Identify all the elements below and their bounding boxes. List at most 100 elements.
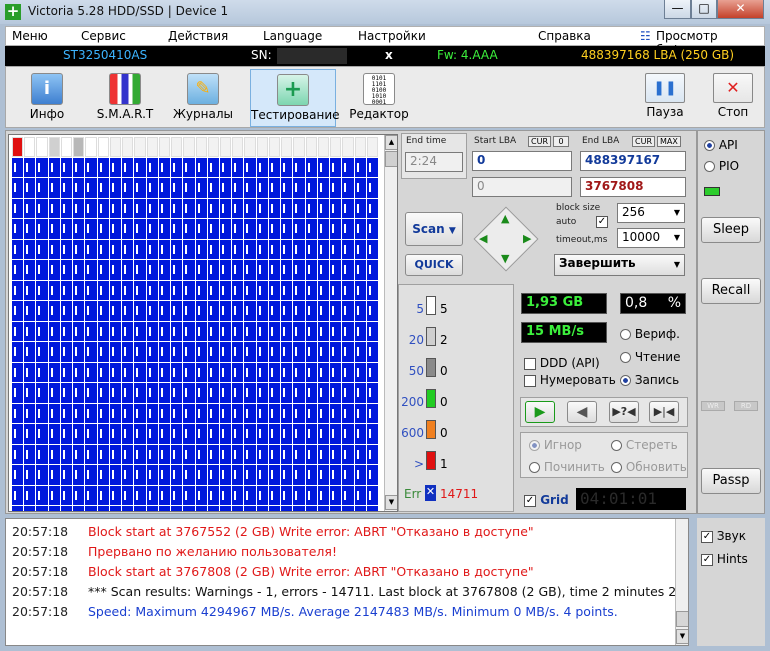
sleep-button[interactable]: Sleep (701, 217, 761, 243)
verify-option[interactable]: Вериф. (620, 327, 680, 341)
scan-button[interactable]: Scan ▼ (405, 212, 463, 246)
end-action-select[interactable]: Завершить ▼ (554, 254, 685, 276)
menu-item-settings[interactable]: Настройки (358, 29, 426, 43)
repair-radio[interactable] (529, 462, 540, 473)
passp-button[interactable]: Passp (701, 468, 761, 494)
read-radio[interactable] (620, 352, 631, 363)
api-radio[interactable] (704, 140, 715, 151)
ddd-option[interactable]: DDD (API) (524, 356, 600, 370)
stop-button[interactable]: ✕ Стоп (692, 69, 770, 127)
grid-checkbox[interactable]: ✓ (524, 494, 536, 507)
legend-ms: 200 (401, 395, 424, 409)
sound-checkbox[interactable]: ✓ (701, 530, 713, 543)
end-lba-input[interactable]: 488397167 (580, 151, 686, 171)
numerate-checkbox[interactable] (524, 374, 536, 387)
block-size-select[interactable]: 256 ▼ (617, 203, 685, 223)
read-option[interactable]: Чтение (620, 350, 680, 364)
scroll-up-icon[interactable]: ▲ (385, 135, 397, 150)
menu-item-service[interactable]: Сервис (81, 29, 126, 43)
scroll-thumb[interactable] (385, 151, 397, 167)
erase-radio[interactable] (611, 440, 622, 451)
log-entry: 20:57:18 Прервано по желанию пользователя… (12, 544, 337, 564)
start-zero-button[interactable]: 0 (553, 136, 569, 147)
end-time-input[interactable]: 2:24 (405, 152, 463, 172)
repair-option[interactable]: Починить (529, 460, 605, 474)
block-cell (60, 280, 73, 300)
end-cur-button[interactable]: CUR (632, 136, 655, 147)
block-cell (122, 321, 134, 341)
block-cell (122, 219, 134, 239)
close-button[interactable]: ✕ (717, 0, 764, 19)
smart-button[interactable]: S.M.A.R.T (84, 69, 166, 127)
block-cell (354, 198, 366, 218)
ignore-option[interactable]: Игнор (529, 438, 582, 452)
editor-button[interactable]: 0101 1101 0100 1010 0001 Редактор (338, 69, 420, 127)
hints-option[interactable]: ✓ Hints (701, 552, 748, 566)
log-scroll-thumb[interactable] (676, 611, 688, 627)
maximize-button[interactable]: □ (691, 0, 717, 19)
arrow-up-icon[interactable]: ▲ (501, 212, 509, 225)
write-radio[interactable] (620, 375, 631, 386)
arrow-right-icon[interactable]: ▶ (523, 232, 531, 245)
verify-radio[interactable] (620, 329, 631, 340)
block-cell (195, 362, 207, 382)
block-cell (134, 403, 146, 423)
random-seek-icon[interactable]: ▶?◀ (609, 401, 639, 423)
testing-button[interactable]: + Тестирование (250, 69, 340, 127)
block-cell (293, 219, 305, 239)
logs-button[interactable]: ✎ Журналы (162, 69, 244, 127)
pio-radio[interactable] (704, 161, 715, 172)
block-cell (281, 383, 293, 403)
timeout-select[interactable]: 10000 ▼ (617, 228, 685, 248)
start-lba-input[interactable]: 0 (472, 151, 572, 171)
recall-button[interactable]: Recall (701, 278, 761, 304)
end-max-button[interactable]: MAX (657, 136, 681, 147)
butterfly-icon[interactable]: ▶|◀ (649, 401, 679, 423)
info-button[interactable]: i Инфо (6, 69, 88, 127)
block-cell (85, 178, 97, 198)
menu-item-menu[interactable]: Меню (12, 29, 48, 43)
sound-option[interactable]: ✓ Звук (701, 529, 746, 543)
block-cell (293, 280, 305, 300)
menu-item-help[interactable]: Справка (538, 29, 591, 43)
numerate-option[interactable]: Нумеровать (524, 373, 616, 387)
auto-checkbox[interactable]: ✓ (596, 216, 608, 228)
start-cur-button[interactable]: CUR (528, 136, 551, 147)
play-backward-icon[interactable]: ◀ (567, 401, 597, 423)
minimize-button[interactable]: — (664, 0, 691, 19)
block-cell (244, 280, 256, 300)
write-option[interactable]: Запись (620, 373, 679, 387)
play-forward-icon[interactable]: ▶ (525, 401, 555, 423)
block-cell (305, 137, 317, 157)
erase-option[interactable]: Стереть (611, 438, 678, 452)
menu-item-actions[interactable]: Действия (168, 29, 228, 43)
log-scrollbar[interactable]: ▼ (675, 519, 688, 645)
api-option[interactable]: API (704, 138, 738, 152)
refresh-radio[interactable] (611, 462, 622, 473)
block-cell (122, 280, 134, 300)
menu-item-language[interactable]: Language (263, 29, 322, 43)
ddd-checkbox[interactable] (524, 357, 536, 370)
grid-option[interactable]: ✓ Grid (524, 493, 569, 507)
scroll-down-icon[interactable]: ▼ (385, 495, 397, 510)
close-device-x[interactable]: x (385, 48, 393, 62)
log-scroll-down-icon[interactable]: ▼ (676, 629, 688, 644)
arrow-down-icon[interactable]: ▼ (501, 252, 509, 265)
block-cell (48, 342, 60, 362)
arrow-left-icon[interactable]: ◀ (479, 232, 487, 245)
block-cell (97, 383, 109, 403)
block-cell (109, 465, 122, 485)
block-cell (330, 444, 342, 464)
ignore-radio[interactable] (529, 440, 540, 451)
quick-button[interactable]: QUICK (405, 254, 463, 276)
block-cell (171, 444, 183, 464)
refresh-option[interactable]: Обновить (611, 460, 687, 474)
pio-option[interactable]: PIO (704, 159, 739, 173)
block-cell (48, 424, 60, 444)
block-cell (219, 342, 232, 362)
block-cell (134, 383, 146, 403)
block-cell (317, 219, 330, 239)
block-cell (12, 403, 24, 423)
hints-checkbox[interactable]: ✓ (701, 553, 713, 566)
api-label: API (718, 138, 738, 152)
